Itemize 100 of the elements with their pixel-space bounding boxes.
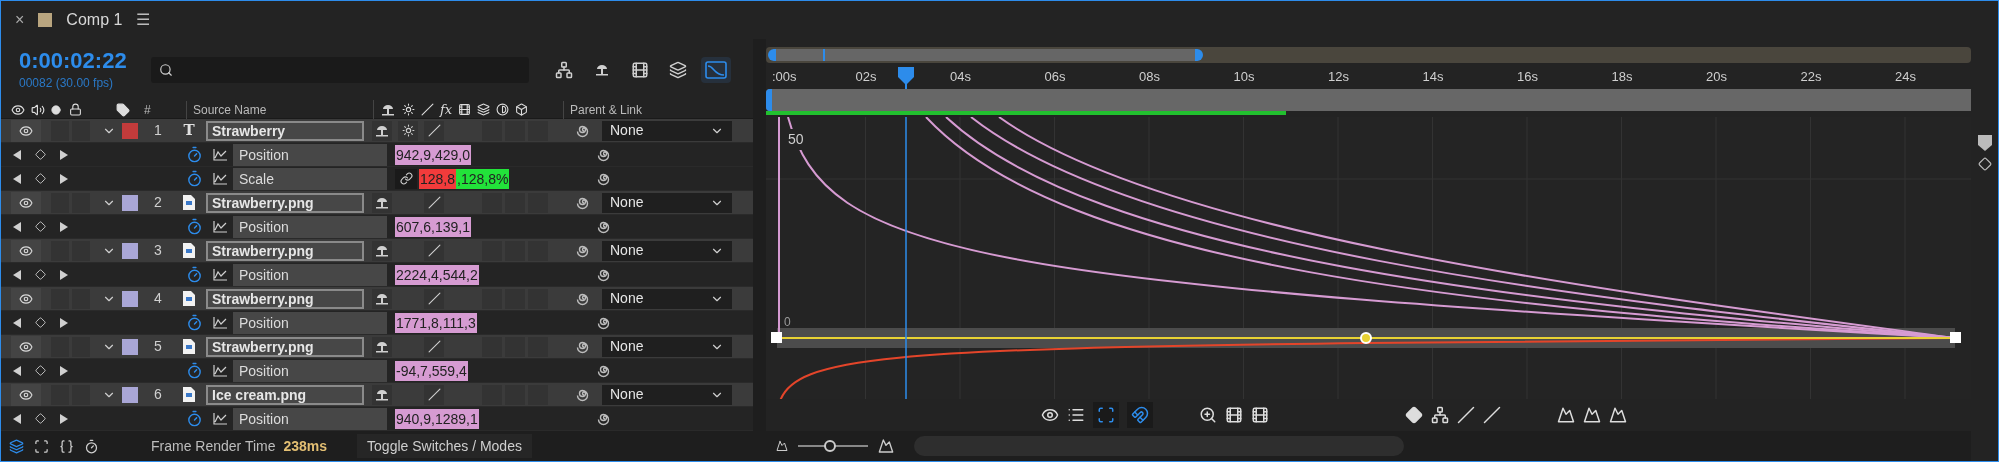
fit-zoom-icon[interactable] xyxy=(1199,406,1217,425)
switch-toggle[interactable] xyxy=(505,120,525,141)
property-value[interactable]: 940,9,1289,1 xyxy=(395,408,479,429)
graph-icon[interactable] xyxy=(213,412,227,425)
visibility-toggle[interactable] xyxy=(11,335,41,358)
stopwatch-icon[interactable] xyxy=(186,146,203,163)
graph-icon[interactable] xyxy=(213,364,227,377)
graph-editor-icon[interactable] xyxy=(705,61,727,79)
property-value[interactable]: -94,7,559,4 xyxy=(395,360,468,381)
current-time[interactable]: 0:00:02:22 xyxy=(19,48,151,74)
next-keyframe-icon[interactable] xyxy=(60,269,68,280)
stopwatch-icon[interactable] xyxy=(186,266,203,283)
quality-slash-icon[interactable] xyxy=(427,196,441,209)
zoom-in-icon[interactable] xyxy=(878,438,894,455)
toggle-switches-button[interactable]: Toggle Switches / Modes xyxy=(357,434,532,458)
layer-name[interactable]: Ice cream.png xyxy=(206,384,364,405)
switch-toggle[interactable] xyxy=(528,120,548,141)
layer-name[interactable]: Strawberry.png xyxy=(206,240,364,261)
layer-name[interactable]: Strawberry.png xyxy=(206,336,364,357)
layer-name[interactable]: Strawberry.png xyxy=(206,192,364,213)
layers-icon[interactable] xyxy=(9,438,24,454)
film-icon[interactable] xyxy=(631,61,649,79)
next-keyframe-icon[interactable] xyxy=(60,317,68,328)
stopwatch-icon[interactable] xyxy=(186,218,203,235)
panel-menu-button[interactable]: ☰ xyxy=(136,8,151,32)
work-area-bar[interactable] xyxy=(766,88,1971,111)
stopwatch-icon[interactable] xyxy=(186,410,203,427)
braces-icon[interactable] xyxy=(59,438,74,454)
visibility-toggle[interactable] xyxy=(11,287,41,310)
close-tab-button[interactable]: × xyxy=(15,8,25,32)
label-color-swatch[interactable] xyxy=(122,386,138,403)
search-field[interactable] xyxy=(151,57,529,83)
label-color-swatch[interactable] xyxy=(122,338,138,355)
add-keyframe-icon[interactable] xyxy=(35,365,46,376)
add-keyframe-icon[interactable] xyxy=(35,269,46,280)
switch-toggle[interactable] xyxy=(51,120,69,141)
property-value[interactable]: 1771,8,111,3 xyxy=(395,312,477,333)
stopwatch-icon[interactable] xyxy=(186,314,203,331)
comp-tab[interactable]: Comp 1 xyxy=(66,8,123,32)
previous-keyframe-icon[interactable] xyxy=(13,221,21,232)
visibility-toggle[interactable] xyxy=(11,191,41,214)
quality-slash-icon[interactable] xyxy=(427,124,441,137)
keyframe-handle[interactable] xyxy=(1950,331,1961,343)
label-color-swatch[interactable] xyxy=(122,290,138,307)
next-keyframe-icon[interactable] xyxy=(60,173,68,184)
zoom-out-icon[interactable] xyxy=(776,440,788,453)
previous-keyframe-icon[interactable] xyxy=(13,149,21,160)
add-keyframe-icon[interactable] xyxy=(35,173,46,184)
transform-box-icon[interactable] xyxy=(1097,406,1115,425)
graph-icon[interactable] xyxy=(213,148,227,161)
playhead-handle[interactable] xyxy=(898,66,914,89)
previous-keyframe-icon[interactable] xyxy=(13,413,21,424)
sun-icon[interactable] xyxy=(401,124,415,137)
linear-keyframe-icon[interactable] xyxy=(1457,406,1475,425)
stopwatch-icon[interactable] xyxy=(186,362,203,379)
layer-name[interactable]: Strawberry xyxy=(206,120,364,141)
flowchart-icon[interactable] xyxy=(555,61,573,79)
parent-dropdown[interactable]: None xyxy=(602,192,732,213)
switch-toggle[interactable] xyxy=(72,120,90,141)
parent-dropdown[interactable]: None xyxy=(602,384,732,405)
property-value[interactable]: 2224,4,544,2 xyxy=(395,264,479,285)
add-keyframe-icon[interactable] xyxy=(35,221,46,232)
quality-slash-icon[interactable] xyxy=(427,340,441,353)
property-value[interactable]: 607,6,139,1 xyxy=(395,216,471,237)
next-keyframe-icon[interactable] xyxy=(60,221,68,232)
graph-icon[interactable] xyxy=(213,268,227,281)
quality-slash-icon[interactable] xyxy=(427,292,441,305)
navigator-start-handle[interactable] xyxy=(768,48,776,61)
zoom-slider-thumb[interactable] xyxy=(823,440,836,453)
graph-icon[interactable] xyxy=(213,172,227,185)
label-color-swatch[interactable] xyxy=(122,122,138,139)
layer-name[interactable]: Strawberry.png xyxy=(206,288,364,309)
keyframe-handle[interactable] xyxy=(1360,331,1372,344)
parent-dropdown[interactable]: None xyxy=(602,240,732,261)
label-color-swatch[interactable] xyxy=(122,242,138,259)
add-keyframe-icon[interactable] xyxy=(35,149,46,160)
stopwatch-icon[interactable] xyxy=(186,170,203,187)
snapping-icon[interactable] xyxy=(1131,406,1149,425)
add-keyframe-icon[interactable] xyxy=(35,317,46,328)
visibility-toggle[interactable] xyxy=(11,383,41,406)
visibility-toggle[interactable] xyxy=(11,119,41,142)
property-value[interactable]: ,128,8% xyxy=(456,168,510,189)
label-color-swatch[interactable] xyxy=(122,194,138,211)
next-keyframe-icon[interactable] xyxy=(60,149,68,160)
next-keyframe-icon[interactable] xyxy=(60,413,68,424)
parent-dropdown[interactable]: None xyxy=(602,288,732,309)
previous-keyframe-icon[interactable] xyxy=(13,173,21,184)
graph-icon[interactable] xyxy=(213,316,227,329)
keyframe-handle[interactable] xyxy=(771,331,782,343)
switch-toggle[interactable] xyxy=(482,120,502,141)
next-keyframe-icon[interactable] xyxy=(60,365,68,376)
add-keyframe-icon[interactable] xyxy=(35,413,46,424)
parent-dropdown[interactable]: None xyxy=(602,336,732,357)
marker-icon[interactable] xyxy=(1977,135,1992,151)
navigator-end-handle[interactable] xyxy=(1195,48,1203,61)
quality-slash-icon[interactable] xyxy=(427,244,441,257)
previous-keyframe-icon[interactable] xyxy=(13,317,21,328)
keyframe-icon[interactable] xyxy=(1405,406,1423,425)
property-value[interactable]: 128,8 xyxy=(419,168,457,189)
keyframe-icon[interactable] xyxy=(1977,157,1992,171)
